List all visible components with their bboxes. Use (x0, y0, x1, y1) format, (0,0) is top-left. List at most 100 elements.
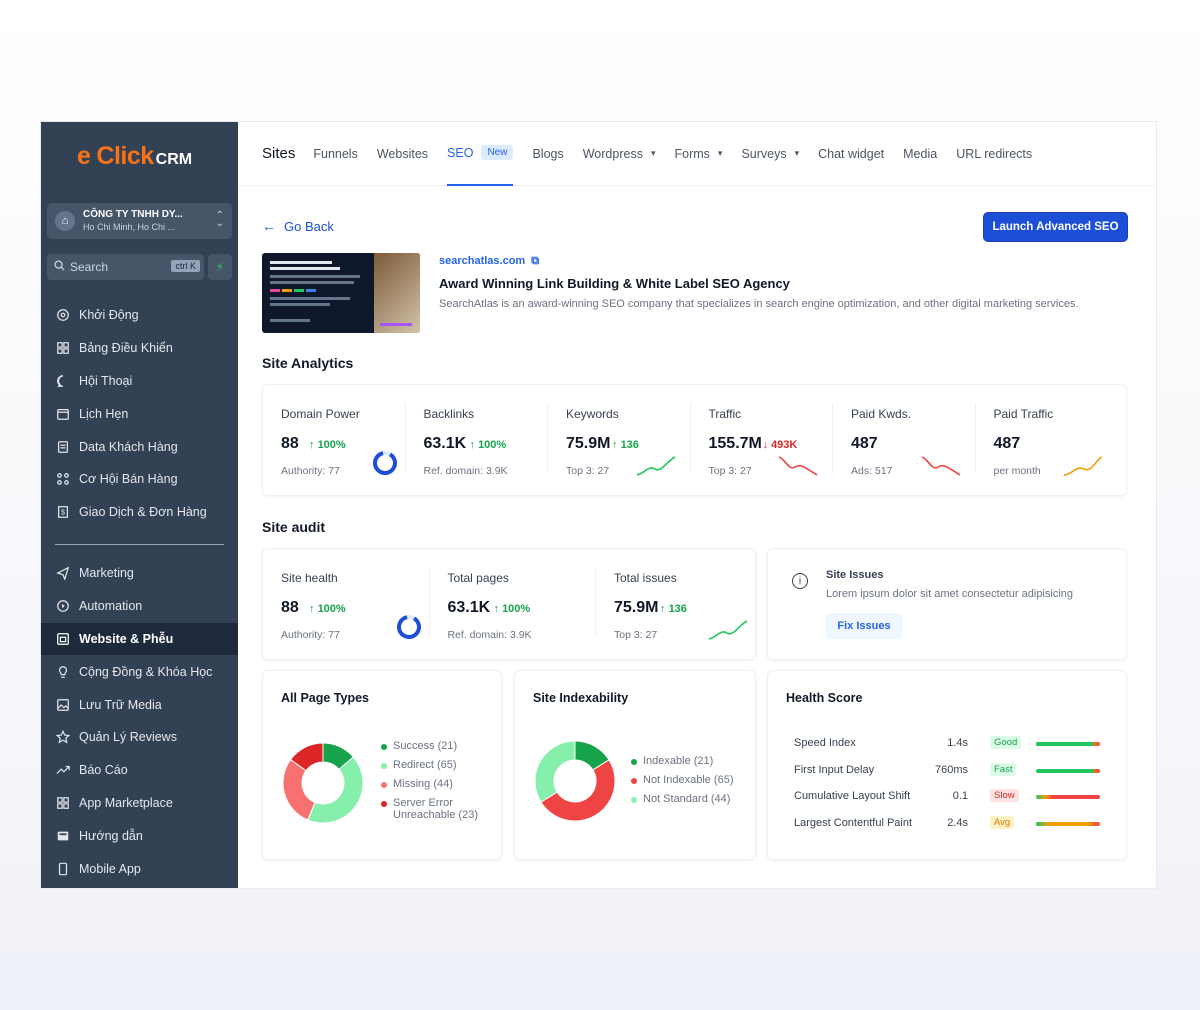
legend-item: Not Standard (44) (631, 793, 734, 805)
metric-total-pages: Total pages 63.1K ↑ 100% Ref. domain: 3.9K (430, 549, 596, 661)
logo-crm: CRM (155, 151, 193, 168)
guide-icon (55, 828, 71, 844)
sidebar-item-khoi-dong[interactable]: Khởi Động (41, 299, 238, 332)
tab-forms[interactable]: Forms ▾ (674, 122, 722, 186)
tab-blogs[interactable]: Blogs (532, 122, 563, 186)
site-issues-text: Lorem ipsum dolor sit amet consectetur a… (826, 588, 1074, 600)
launch-advanced-seo-button[interactable]: Launch Advanced SEO (983, 212, 1128, 242)
health-metric-name: First Input Delay (794, 763, 875, 776)
go-back-link[interactable]: ← Go Back (262, 218, 334, 234)
sidebar-item-automation[interactable]: Automation (41, 590, 238, 623)
metric-change: ↑ 100% (494, 603, 531, 615)
sidebar-item-label: Bảng Điều Khiển (79, 341, 173, 356)
search-label: Search (70, 260, 109, 274)
tab-chat-widget[interactable]: Chat widget (818, 122, 884, 186)
metric-change: ↑ 100% (309, 603, 346, 615)
arrow-up-icon: ↑ (660, 603, 669, 615)
tab-label: Media (903, 146, 938, 161)
sparkline (778, 456, 818, 476)
sidebar-item-co-hoi-ban-hang[interactable]: Cơ Hội Bán Hàng (41, 463, 238, 496)
site-analytics-card: Domain Power 88 ↑ 100% Authority: 77 Backlin… (262, 384, 1127, 496)
health-metric-name: Largest Contentful Paint (794, 816, 913, 829)
tab-media[interactable]: Media (903, 122, 937, 186)
tab-wordpress[interactable]: Wordpress ▾ (583, 122, 656, 186)
sidebar-item-marketing[interactable]: Marketing (41, 557, 238, 590)
metric-change: ↑ 136 (660, 603, 687, 615)
fix-issues-button[interactable]: Fix Issues (826, 613, 902, 639)
sparkline-path (778, 456, 818, 476)
website-icon (55, 631, 71, 647)
contacts-icon (55, 439, 71, 455)
sidebar-item-quan-ly-reviews[interactable]: Quản Lý Reviews (41, 721, 238, 754)
tab-seo[interactable]: SEO New (447, 122, 514, 186)
sidebar-item-mobile-app[interactable]: Mobile App (41, 852, 238, 885)
metric-label: Paid Kwds. (851, 407, 912, 421)
legend-dot (631, 759, 637, 765)
go-back-label: Go Back (284, 218, 334, 234)
legend-text: Not Standard (44) (643, 793, 730, 805)
sidebar-item-label: Automation (79, 599, 143, 614)
site-audit-heading: Site audit (262, 519, 326, 535)
metric-label: Site health (281, 571, 338, 585)
health-metric-value: 2.4s (947, 816, 968, 829)
sidebar-item-app-marketplace[interactable]: App Marketplace (41, 787, 238, 820)
sidebar-item-luu-tru-media[interactable]: Lưu Trữ Media (41, 688, 238, 721)
site-analytics-heading: Site Analytics (262, 355, 354, 371)
company-avatar-icon: ⌂ (55, 211, 75, 231)
metric-label: Domain Power (281, 407, 360, 421)
tab-funnels[interactable]: Funnels (313, 122, 357, 186)
metric-value: 155.7M (708, 435, 762, 452)
sidebar-item-cong-dong-khoa-hoc[interactable]: Cộng Đồng & Khóa Học (41, 655, 238, 688)
mobile-icon (55, 861, 71, 877)
site-title: Award Winning Link Building & White Labe… (439, 276, 790, 291)
legend-dot (381, 801, 387, 807)
sidebar-search[interactable]: Search ctrl K (47, 254, 204, 280)
page-types-donut (282, 742, 364, 824)
metric-keywords: Keywords 75.9M ↑ 136 Top 3: 27 (548, 385, 691, 497)
sidebar-item-label: Cơ Hội Bán Hàng (79, 472, 178, 487)
new-badge: New (481, 145, 514, 160)
metric-change-value: 136 (620, 439, 639, 451)
sidebar-item-label: Website & Phễu (79, 631, 174, 646)
trend-icon (55, 762, 71, 778)
sidebar-item-data-khach-hang[interactable]: Data Khách Hàng (41, 430, 238, 463)
chevron-down-icon: ▾ (717, 148, 723, 158)
sidebar-item-hoi-thoai[interactable]: Hội Thoại (41, 365, 238, 398)
company-switcher[interactable]: ⌂ CÔNG TY TNHH DY... Ho Chi Minh, Ho Chi… (47, 203, 232, 239)
legend-text: Success (21) (393, 740, 457, 752)
sidebar-item-huong-dan[interactable]: Hướng dẫn (41, 819, 238, 852)
tab-label: Websites (376, 146, 429, 161)
tab-label: Chat widget (818, 146, 885, 161)
metric-subtext: Top 3: 27 (708, 465, 752, 477)
tab-url-redirects[interactable]: URL redirects (956, 122, 1032, 186)
health-status-badge: Avg (990, 815, 1015, 829)
legend-label: Missing (44) (393, 778, 453, 790)
metric-subtext: Top 3: 27 (566, 465, 610, 477)
site-thumbnail[interactable] (262, 253, 420, 333)
tab-surveys[interactable]: Surveys ▾ (741, 122, 799, 186)
brand-logo[interactable]: e Click CRM (77, 142, 192, 171)
pipeline-icon (55, 471, 71, 487)
tab-label: Funnels (313, 146, 358, 161)
search-shortcut: ctrl K (171, 260, 200, 272)
tab-websites[interactable]: Websites (377, 122, 428, 186)
sidebar-item-website-pheu[interactable]: Website & Phễu (41, 622, 238, 656)
sidebar-item-giao-dich-don-hang[interactable]: $ Giao Dịch & Đơn Hàng (41, 496, 238, 529)
quick-action-bolt-icon[interactable]: ⚡ (208, 254, 232, 280)
metric-change-value: 100% (478, 439, 507, 451)
legend-dot (381, 782, 387, 788)
legend-label: Server Error (393, 797, 453, 809)
sparkline-path (636, 456, 675, 476)
sparkline-path (1063, 456, 1103, 476)
site-description: SearchAtlas is an award-winning SEO comp… (439, 298, 1079, 310)
sidebar-item-bao-cao[interactable]: Báo Cáo (41, 754, 238, 787)
sidebar-item-bang-dieu-khien[interactable]: Bảng Điều Khiển (41, 332, 238, 365)
health-row-cumulative-layout-shift: Cumulative Layout Shift 0.1 Slow (794, 789, 1104, 806)
site-domain-link[interactable]: searchatlas.com ⧉ (439, 255, 539, 268)
automation-icon (55, 598, 71, 614)
health-status-badge: Fast (990, 762, 1017, 776)
sidebar-item-lich-hen[interactable]: Lịch Hẹn (41, 397, 238, 430)
donut-slice-2 (534, 740, 576, 803)
company-address: Ho Chi Minh, Ho Chi ... (83, 222, 176, 232)
legend-label: Indexable (21) (643, 755, 714, 767)
